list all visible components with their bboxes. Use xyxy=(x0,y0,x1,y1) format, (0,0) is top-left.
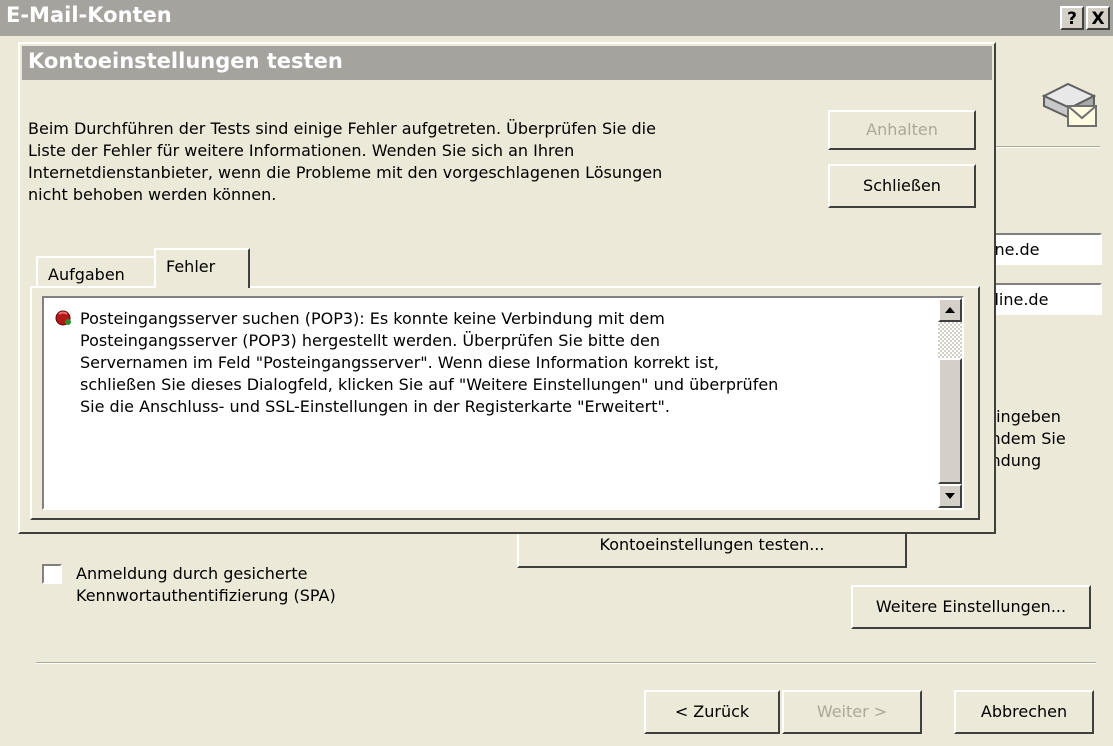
dialog-title: Kontoeinstellungen testen xyxy=(28,49,343,73)
tab-panel-errors: Posteingangsserver suchen (POP3): Es kon… xyxy=(30,286,980,520)
errors-scrollbar[interactable] xyxy=(938,298,962,508)
test-settings-dialog: Kontoeinstellungen testen Beim Durchführ… xyxy=(18,42,996,534)
test-account-settings-button[interactable]: Kontoeinstellungen testen... xyxy=(517,528,907,568)
mail-account-icon xyxy=(1038,74,1100,132)
outer-title-bar: E-Mail-Konten xyxy=(0,0,1113,36)
outer-window-title: E-Mail-Konten xyxy=(6,3,172,27)
footer-separator xyxy=(36,662,1096,664)
close-dialog-button[interactable]: Schließen xyxy=(828,164,976,208)
server-field[interactable]: lline.de xyxy=(982,283,1102,315)
spa-checkbox[interactable] xyxy=(42,564,62,584)
scroll-down-button[interactable] xyxy=(938,484,962,508)
more-settings-button[interactable]: Weitere Einstellungen... xyxy=(851,585,1091,629)
back-button[interactable]: < Zurück xyxy=(644,690,780,734)
help-button[interactable]: ? xyxy=(1060,6,1084,30)
dialog-message: Beim Durchführen der Tests sind einige F… xyxy=(28,119,663,204)
error-message: Posteingangsserver suchen (POP3): Es kon… xyxy=(80,309,779,416)
info-text: Eingeben indem Sie indung xyxy=(986,407,1066,470)
error-icon xyxy=(54,308,74,328)
scroll-up-button[interactable] xyxy=(938,298,962,322)
errors-list[interactable]: Posteingangsserver suchen (POP3): Es kon… xyxy=(42,296,964,510)
cancel-button[interactable]: Abbrechen xyxy=(954,690,1094,734)
scroll-thumb[interactable] xyxy=(938,358,962,484)
stop-button: Anhalten xyxy=(828,110,976,150)
scroll-track[interactable] xyxy=(938,322,962,358)
test-account-settings-label: Kontoeinstellungen testen... xyxy=(599,535,825,554)
dialog-title-bar: Kontoeinstellungen testen xyxy=(22,46,992,80)
next-button: Weiter > xyxy=(782,690,922,734)
close-icon[interactable]: X xyxy=(1086,6,1110,30)
tab-fehler-label: Fehler xyxy=(166,257,216,276)
arrow-up-icon xyxy=(945,307,955,313)
email-field[interactable]: ine.de xyxy=(982,233,1102,265)
arrow-down-icon xyxy=(945,493,955,499)
tab-fehler[interactable]: Fehler xyxy=(154,248,250,288)
tab-aufgaben-label: Aufgaben xyxy=(48,265,125,284)
tab-aufgaben[interactable]: Aufgaben xyxy=(36,256,156,290)
header-separator xyxy=(996,146,1100,148)
spa-checkbox-label: Anmeldung durch gesicherte Kennwortauthe… xyxy=(76,564,336,605)
